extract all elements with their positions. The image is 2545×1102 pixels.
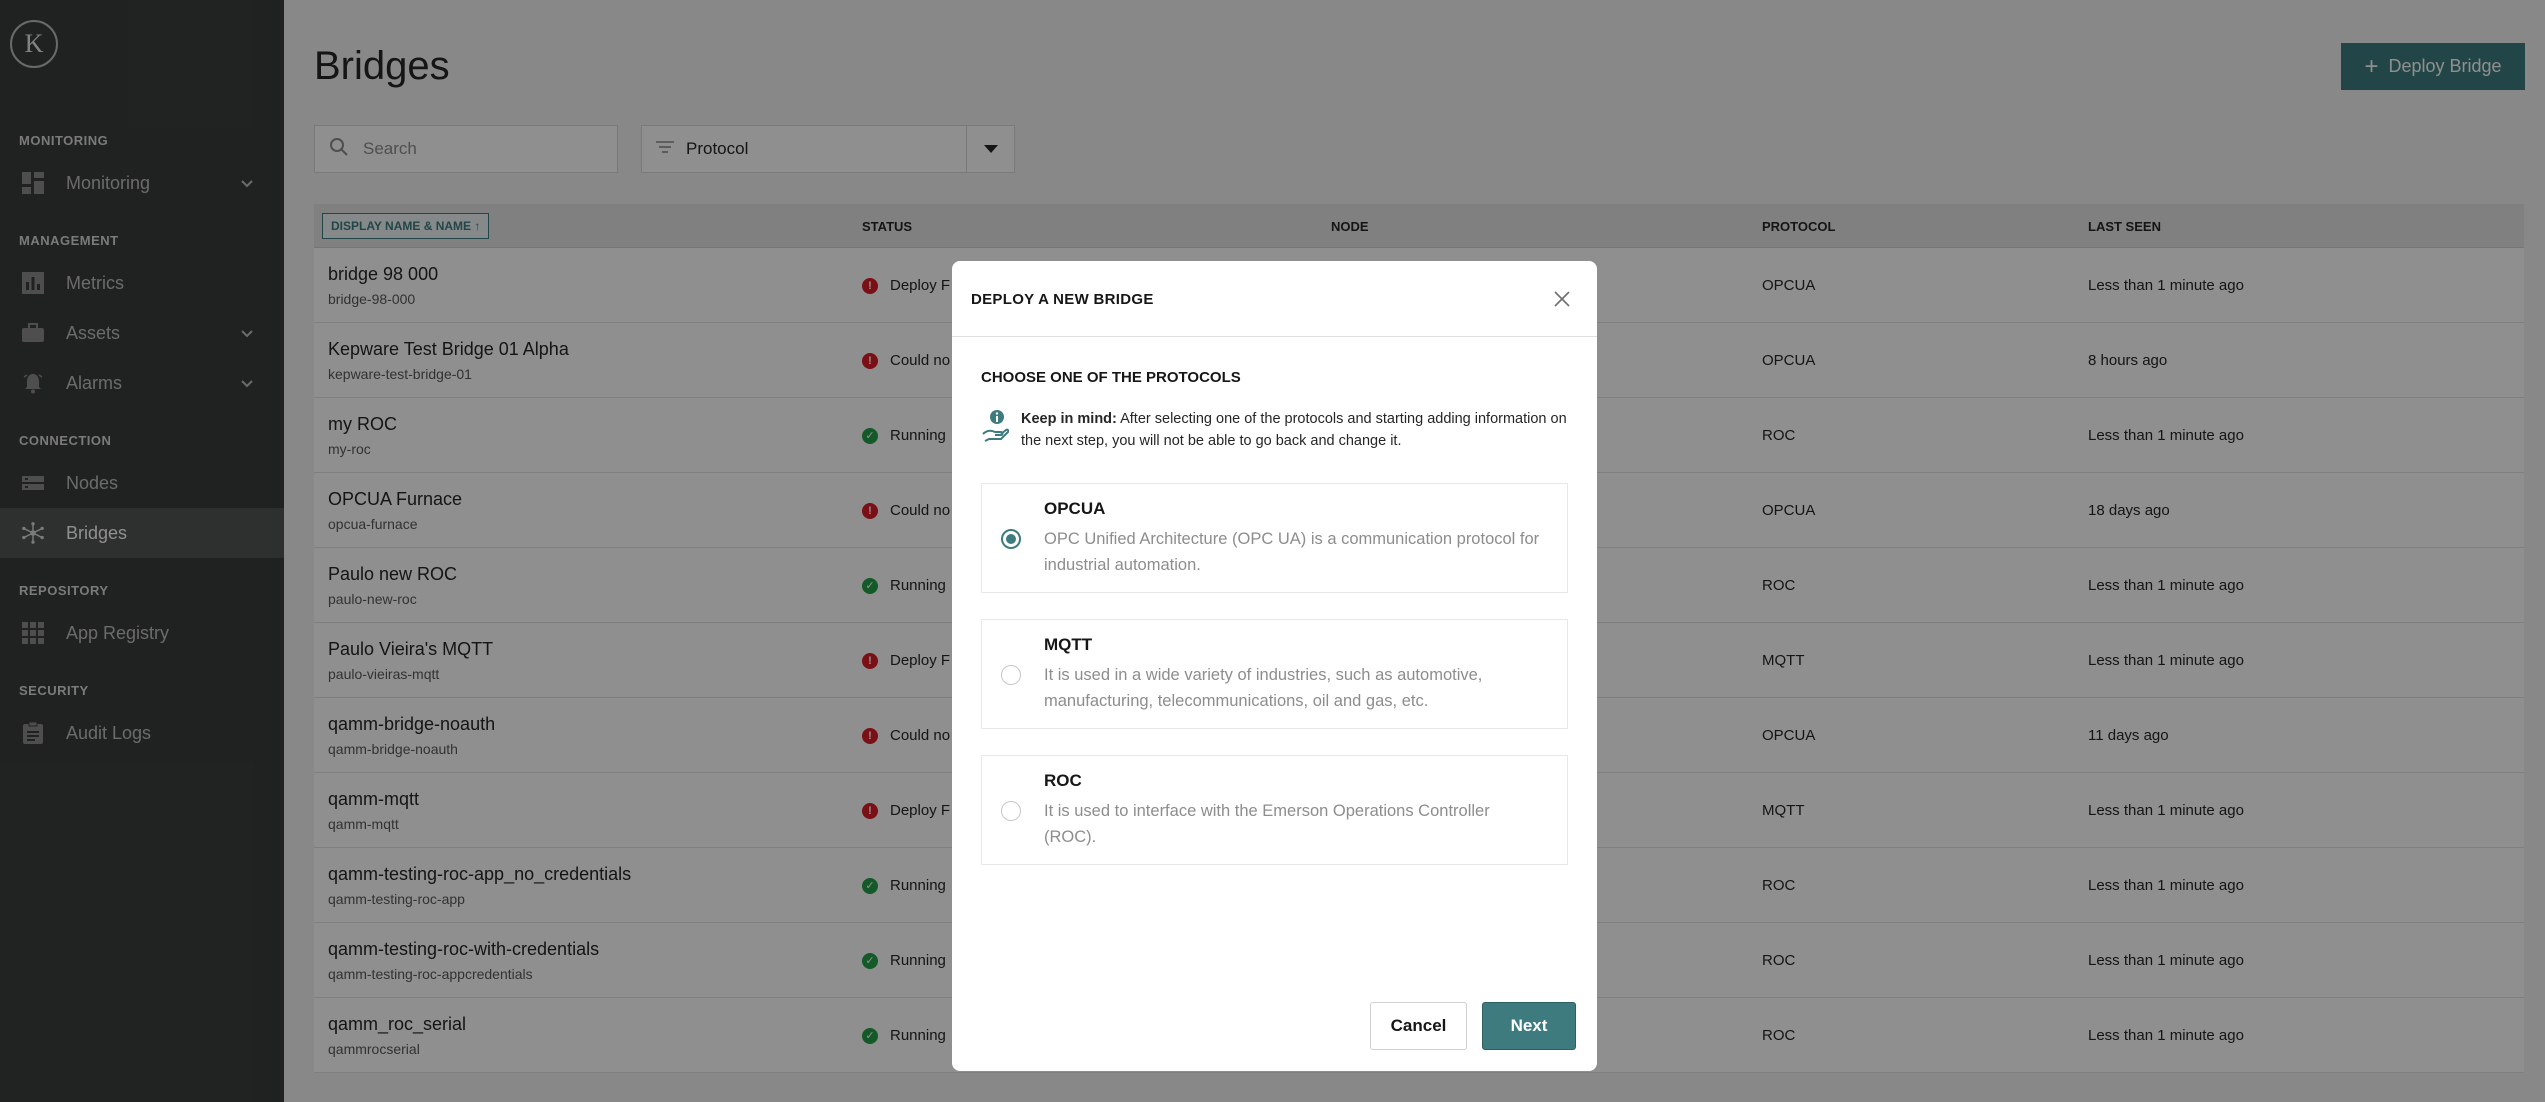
info-hand-icon	[981, 408, 1010, 444]
close-icon[interactable]	[1551, 288, 1573, 310]
modal-title: DEPLOY A NEW BRIDGE	[971, 291, 1154, 308]
option-title: OPCUA	[1044, 499, 1106, 518]
option-title: ROC	[1044, 771, 1082, 790]
option-description: It is used to interface with the Emerson…	[1044, 802, 1490, 846]
keep-in-mind-label: Keep in mind:	[1021, 411, 1117, 427]
next-button[interactable]: Next	[1482, 1002, 1576, 1050]
protocol-option-opcua[interactable]: OPCUA OPC Unified Architecture (OPC UA) …	[981, 483, 1568, 593]
keep-in-mind-text: Keep in mind: After selecting one of the…	[1021, 408, 1577, 452]
radio-button[interactable]	[1001, 801, 1021, 821]
cancel-button[interactable]: Cancel	[1370, 1002, 1467, 1050]
option-title: MQTT	[1044, 635, 1093, 654]
modal-subtitle: CHOOSE ONE OF THE PROTOCOLS	[981, 369, 1241, 386]
deploy-bridge-modal: DEPLOY A NEW BRIDGE CHOOSE ONE OF THE PR…	[952, 261, 1597, 1071]
modal-divider	[952, 336, 1597, 337]
radio-button[interactable]	[1001, 529, 1021, 549]
keep-in-mind-notice: Keep in mind: After selecting one of the…	[981, 408, 1577, 452]
option-description: OPC Unified Architecture (OPC UA) is a c…	[1044, 530, 1540, 574]
radio-button[interactable]	[1001, 665, 1021, 685]
protocol-option-mqtt[interactable]: MQTT It is used in a wide variety of ind…	[981, 619, 1568, 729]
protocol-option-roc[interactable]: ROC It is used to interface with the Eme…	[981, 755, 1568, 865]
option-description: It is used in a wide variety of industri…	[1044, 666, 1483, 710]
